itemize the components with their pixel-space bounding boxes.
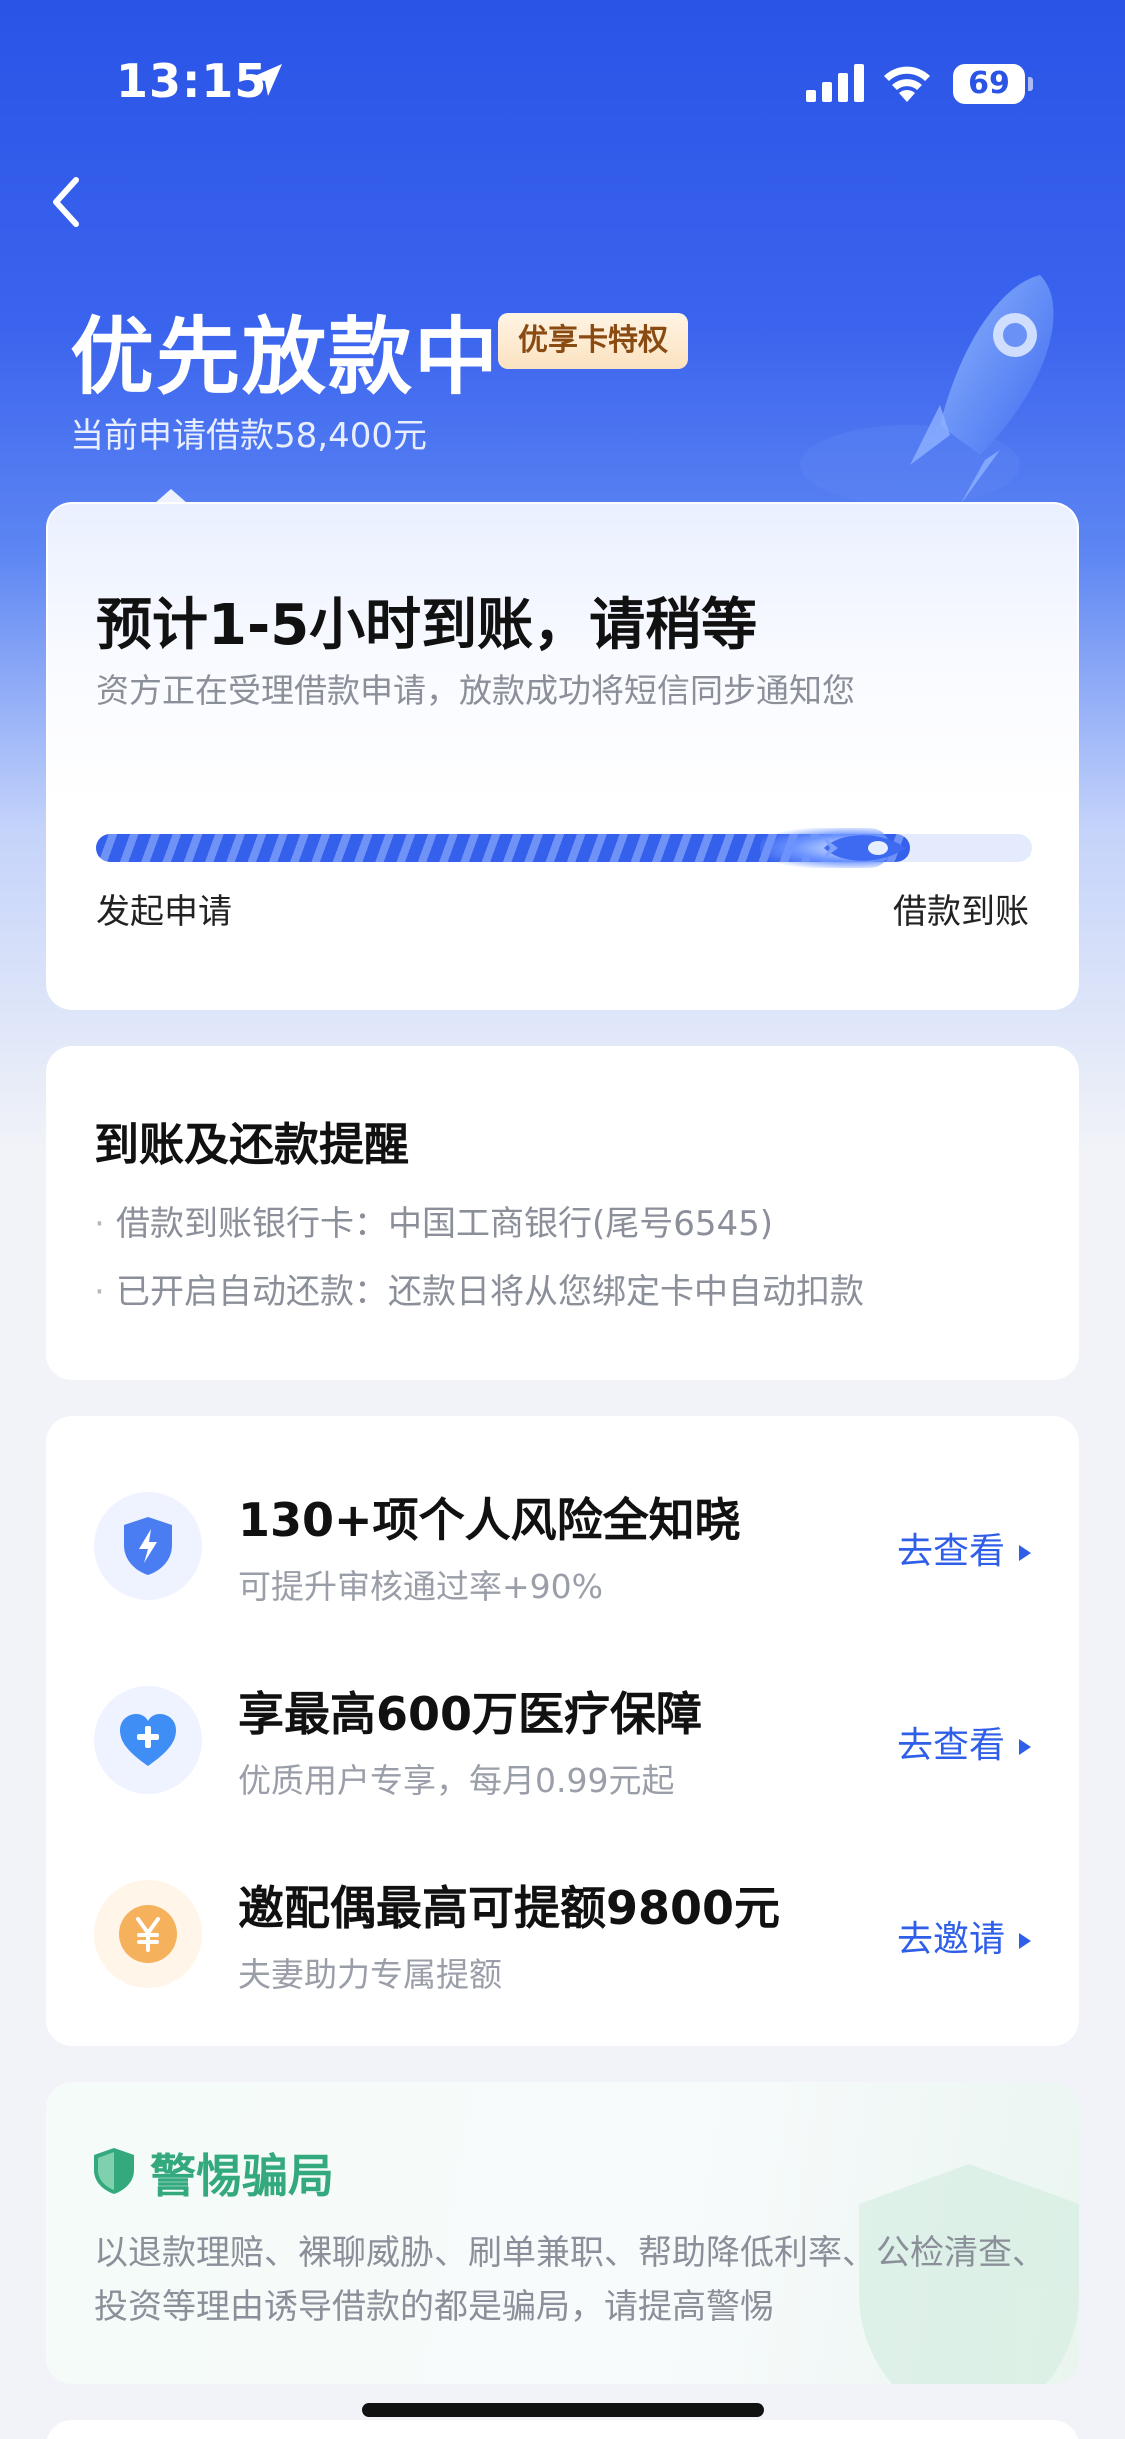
fraud-warning-text: 以退款理赔、裸聊威胁、刷单兼职、帮助降低利率、公检清查、投资等理由诱导借款的都是… <box>94 2233 1046 2327</box>
bullet: · <box>94 1204 105 1244</box>
location-arrow-icon <box>250 64 282 96</box>
status-bar: 13:15 69 <box>0 0 1125 150</box>
progress-end-label: 借款到账 <box>893 892 1029 932</box>
service-action-label: 去查看 <box>896 1531 1005 1572</box>
privilege-badge: 优享卡特权 <box>498 313 688 369</box>
fraud-warning-card: 警惕骗局 以退款理赔、裸聊威胁、刷单兼职、帮助降低利率、公检清查、投资等理由诱导… <box>46 2082 1079 2384</box>
reminder-text: 借款到账银行卡：中国工商银行(尾号6545) <box>116 1204 774 1244</box>
triangle-right-icon <box>1019 1933 1031 1949</box>
services-card: 130+项个人风险全知晓 可提升审核通过率+90% 去查看 享最高600万医疗保… <box>46 1416 1079 2046</box>
service-title: 享最高600万医疗保障 <box>238 1687 703 1741</box>
heart-plus-icon <box>120 1714 176 1766</box>
battery-indicator: 69 <box>953 64 1033 104</box>
reminder-line-bank: · 借款到账银行卡：中国工商银行(尾号6545) <box>94 1196 773 1245</box>
service-row-risk-report[interactable]: 130+项个人风险全知晓 可提升审核通过率+90% 去查看 <box>46 1474 1079 1624</box>
service-action-link[interactable]: 去查看 <box>897 1522 1031 1574</box>
service-row-spouse-invite[interactable]: 邀配偶最高可提额9800元 夫妻助力专属提额 去邀请 <box>46 1862 1079 2012</box>
page-title: 优先放款中 <box>70 308 501 406</box>
reminder-card: 到账及还款提醒 · 借款到账银行卡：中国工商银行(尾号6545) · 已开启自动还款… <box>46 1046 1079 1380</box>
progress-track <box>96 828 1032 868</box>
service-subtitle: 可提升审核通过率+90% <box>238 1567 603 1606</box>
reminder-text: 已开启自动还款：还款日将从您绑定卡中自动扣款 <box>116 1272 864 1312</box>
reminder-line-autopay: · 已开启自动还款：还款日将从您绑定卡中自动扣款 <box>94 1264 864 1313</box>
service-row-medical[interactable]: 享最高600万医疗保障 优质用户专享，每月0.99元起 去查看 <box>46 1668 1079 1818</box>
service-icon-wrap <box>94 1880 202 1988</box>
rocket-marker-icon <box>822 835 906 861</box>
service-title: 130+项个人风险全知晓 <box>238 1493 741 1547</box>
eta-heading: 预计1-5小时到账，请稍等 <box>96 593 758 658</box>
service-action-label: 去查看 <box>896 1725 1005 1766</box>
service-action-link[interactable]: 去邀请 <box>897 1910 1031 1962</box>
yuan-coin-icon <box>119 1905 177 1963</box>
next-card-peek <box>46 2420 1079 2439</box>
service-subtitle: 优质用户专享，每月0.99元起 <box>238 1761 675 1800</box>
card-pointer <box>155 489 187 503</box>
reminder-title: 到账及还款提醒 <box>94 1118 410 1171</box>
status-time: 13:15 <box>116 54 268 108</box>
service-title: 邀配偶最高可提额9800元 <box>238 1881 781 1935</box>
back-arrow-icon[interactable] <box>44 172 94 232</box>
triangle-right-icon <box>1019 1545 1031 1561</box>
bullet: · <box>94 1272 105 1312</box>
loan-amount-subtitle: 当前申请借款58,400元 <box>70 416 427 456</box>
fraud-warning-title: 警惕骗局 <box>150 2149 334 2203</box>
wifi-icon <box>884 66 930 102</box>
service-subtitle: 夫妻助力专属提额 <box>238 1955 502 1994</box>
progress-card: 预计1-5小时到账，请稍等 资方正在受理借款申请，放款成功将短信同步通知您 发起… <box>46 502 1079 1010</box>
service-action-label: 去邀请 <box>896 1919 1005 1960</box>
triangle-right-icon <box>1019 1739 1031 1755</box>
service-icon-wrap <box>94 1686 202 1794</box>
eta-description: 资方正在受理借款申请，放款成功将短信同步通知您 <box>96 671 855 710</box>
signal-icon <box>806 64 864 102</box>
shield-check-icon <box>94 2148 134 2194</box>
service-action-link[interactable]: 去查看 <box>897 1716 1031 1768</box>
rocket-illustration-icon <box>800 275 1054 505</box>
service-icon-wrap <box>94 1492 202 1600</box>
shield-bolt-icon <box>124 1517 172 1575</box>
progress-start-label: 发起申请 <box>96 892 232 932</box>
home-indicator <box>362 2403 764 2417</box>
